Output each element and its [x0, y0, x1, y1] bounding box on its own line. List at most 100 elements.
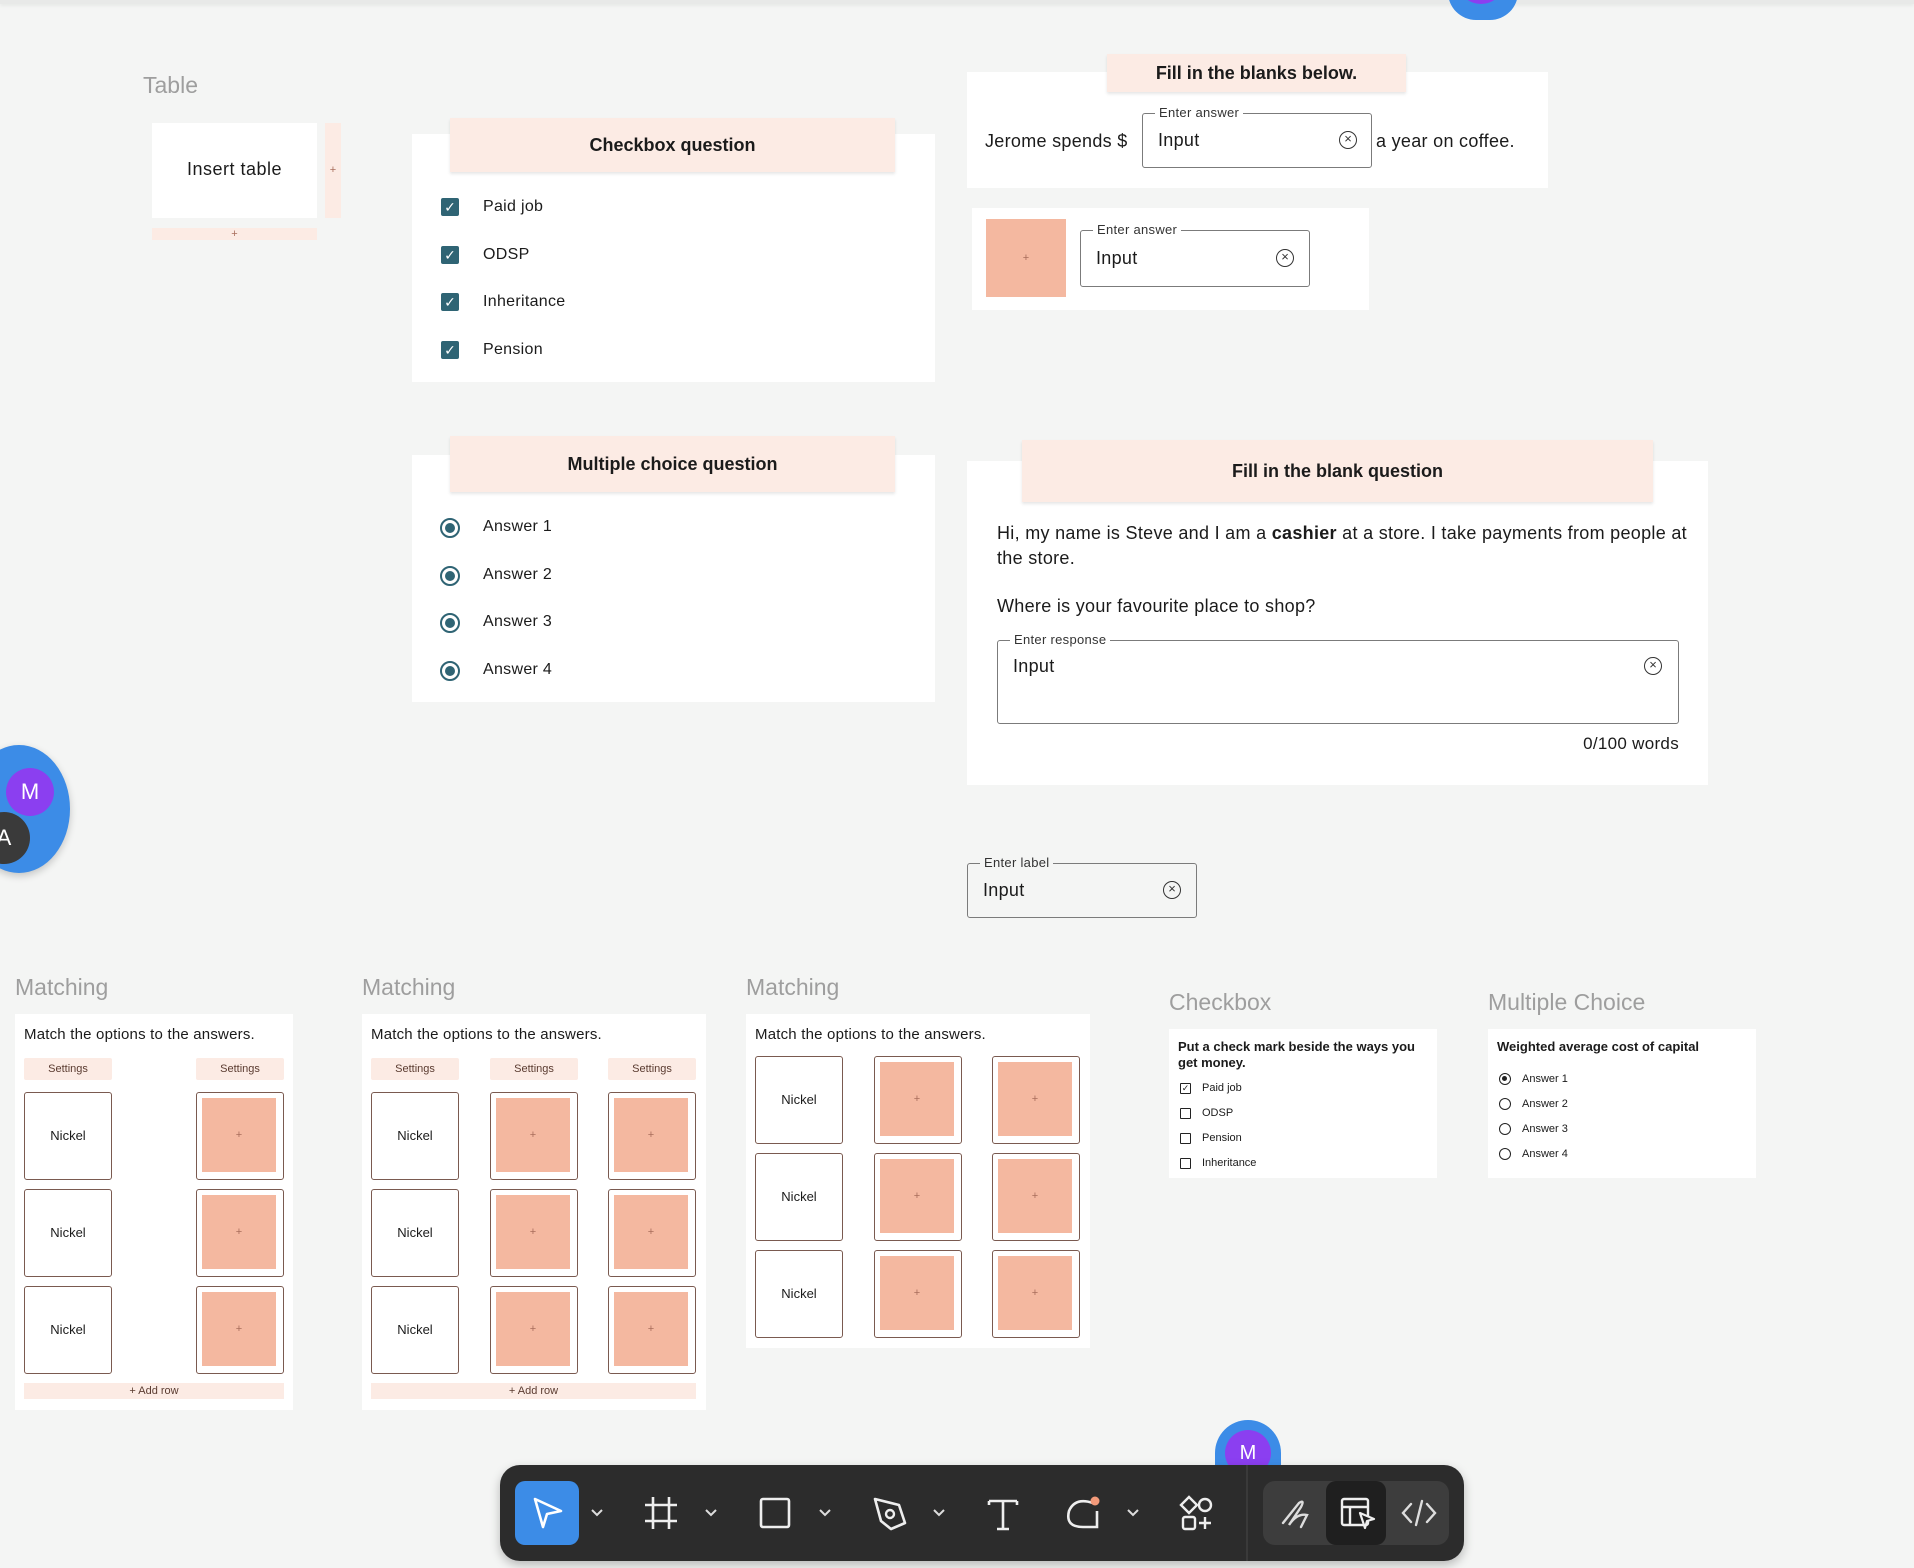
clear-icon[interactable]: × — [1163, 881, 1181, 899]
settings-button[interactable]: Settings — [24, 1058, 112, 1080]
mc-question-title[interactable]: Multiple choice question — [450, 436, 895, 492]
radio-selected[interactable] — [440, 518, 460, 538]
text-tool[interactable] — [971, 1481, 1035, 1545]
chevron-down-icon[interactable] — [817, 1503, 833, 1523]
pen-tool[interactable] — [857, 1481, 921, 1545]
mini-radio-unselected[interactable] — [1499, 1123, 1511, 1135]
chevron-down-icon[interactable] — [703, 1503, 719, 1523]
matching-answer-slot[interactable]: + — [490, 1286, 578, 1374]
insert-table-button[interactable]: Insert table — [152, 123, 317, 218]
fill-blanks-prefix: Jerome spends $ — [985, 131, 1128, 151]
settings-button[interactable]: Settings — [608, 1058, 696, 1080]
matching-answer-slot[interactable]: + — [874, 1153, 962, 1241]
move-tool[interactable] — [515, 1481, 579, 1545]
passage-text: Hi, my name is Steve and I am a — [997, 523, 1272, 543]
checkbox-option-label: ODSP — [483, 246, 530, 263]
clear-icon[interactable]: × — [1339, 131, 1357, 149]
matching-answer-slot[interactable]: + — [992, 1056, 1080, 1144]
chevron-down-icon[interactable] — [589, 1503, 605, 1523]
matching-option[interactable]: Nickel — [755, 1153, 843, 1241]
settings-button[interactable]: Settings — [196, 1058, 284, 1080]
matching-option[interactable]: Nickel — [755, 1250, 843, 1338]
radio-selected[interactable] — [440, 566, 460, 586]
add-column-button[interactable]: + — [325, 123, 341, 218]
avatar-m[interactable]: M — [6, 768, 54, 816]
add-image-plus: + — [880, 1159, 954, 1233]
matching-prompt: Match the options to the answers. — [371, 1026, 602, 1043]
add-row-button[interactable]: + Add row — [24, 1383, 284, 1399]
rectangle-tool[interactable] — [743, 1481, 807, 1545]
matching-answer-slot[interactable]: + — [608, 1189, 696, 1277]
answer-input[interactable]: Enter answer Input × — [1080, 222, 1310, 287]
draw-mode[interactable] — [1265, 1481, 1325, 1545]
matching-option[interactable]: Nickel — [755, 1056, 843, 1144]
checkbox-checked[interactable]: ✓ — [441, 246, 459, 264]
matching-option[interactable]: Nickel — [371, 1286, 459, 1374]
add-row-button[interactable]: + — [152, 228, 317, 240]
matching-answer-slot[interactable]: + — [196, 1286, 284, 1374]
response-textarea[interactable]: Enter response Input × — [997, 632, 1679, 724]
radio-selected[interactable] — [440, 613, 460, 633]
mini-checkbox-unchecked[interactable] — [1180, 1108, 1191, 1119]
add-image-plus: + — [496, 1098, 570, 1172]
answer-input-legend: Enter answer — [1093, 222, 1182, 237]
checkbox-checked[interactable]: ✓ — [441, 341, 459, 359]
matching-option[interactable]: Nickel — [24, 1092, 112, 1180]
clear-icon[interactable]: × — [1276, 249, 1294, 267]
checkbox-question-title[interactable]: Checkbox question — [450, 118, 895, 172]
answer-input[interactable]: Enter answer Input × — [1142, 105, 1372, 168]
matching-answer-slot[interactable]: + — [196, 1189, 284, 1277]
ellipse-tool[interactable] — [1051, 1481, 1115, 1545]
fill-blanks-title[interactable]: Fill in the blanks below. — [1107, 54, 1406, 92]
mini-checkbox-unchecked[interactable] — [1180, 1133, 1191, 1144]
matching-option[interactable]: Nickel — [24, 1189, 112, 1277]
offscreen-avatar-cluster[interactable] — [1448, 0, 1518, 20]
canvas-top-edge — [0, 0, 1914, 4]
mini-radio-unselected[interactable] — [1499, 1148, 1511, 1160]
dev-mode[interactable] — [1387, 1481, 1447, 1545]
components-tool[interactable] — [1165, 1481, 1229, 1545]
add-image-plus: + — [998, 1159, 1072, 1233]
matching-answer-slot[interactable]: + — [992, 1250, 1080, 1338]
mini-checkbox-unchecked[interactable] — [1180, 1158, 1191, 1169]
design-mode[interactable] — [1326, 1481, 1386, 1545]
matching-answer-slot[interactable]: + — [608, 1286, 696, 1374]
radio-selected[interactable] — [440, 661, 460, 681]
matching-answer-slot[interactable]: + — [874, 1056, 962, 1144]
matching-answer-slot[interactable]: + — [490, 1189, 578, 1277]
add-image-plus: + — [202, 1292, 276, 1366]
mini-radio-selected[interactable] — [1499, 1073, 1511, 1085]
add-row-button[interactable]: + Add row — [371, 1383, 696, 1399]
matching-option[interactable]: Nickel — [371, 1189, 459, 1277]
frame-tool[interactable] — [629, 1481, 693, 1545]
section-label-matching: Matching — [746, 974, 840, 1000]
chevron-down-icon[interactable] — [1125, 1503, 1141, 1523]
label-input-legend: Enter label — [980, 855, 1054, 870]
settings-button[interactable]: Settings — [371, 1058, 459, 1080]
add-image-plus: + — [614, 1195, 688, 1269]
chevron-down-icon[interactable] — [931, 1503, 947, 1523]
section-label-multiple-choice: Multiple Choice — [1488, 989, 1646, 1015]
matching-answer-slot[interactable]: + — [490, 1092, 578, 1180]
matching-option[interactable]: Nickel — [371, 1092, 459, 1180]
matching-answer-slot[interactable]: + — [196, 1092, 284, 1180]
label-input[interactable]: Enter label Input × — [967, 855, 1197, 918]
matching-answer-slot[interactable]: + — [874, 1250, 962, 1338]
mini-checkbox-checked[interactable]: ✓ — [1180, 1083, 1191, 1094]
radio-option-label: Answer 4 — [483, 661, 553, 678]
add-image-plus: + — [496, 1292, 570, 1366]
matching-answer-slot[interactable]: + — [992, 1153, 1080, 1241]
fill-blank-question-title[interactable]: Fill in the blank question — [1022, 440, 1653, 502]
add-image-plus: + — [202, 1195, 276, 1269]
checkbox-checked[interactable]: ✓ — [441, 198, 459, 216]
settings-button[interactable]: Settings — [490, 1058, 578, 1080]
checkbox-option-label: Paid job — [483, 198, 544, 215]
mini-radio-unselected[interactable] — [1499, 1098, 1511, 1110]
clear-icon[interactable]: × — [1644, 657, 1662, 675]
image-placeholder[interactable]: + — [986, 219, 1066, 297]
checkbox-checked[interactable]: ✓ — [441, 293, 459, 311]
matching-option[interactable]: Nickel — [24, 1286, 112, 1374]
mini-radio-label: Answer 3 — [1522, 1123, 1568, 1135]
section-label-table: Table — [143, 72, 198, 98]
matching-answer-slot[interactable]: + — [608, 1092, 696, 1180]
